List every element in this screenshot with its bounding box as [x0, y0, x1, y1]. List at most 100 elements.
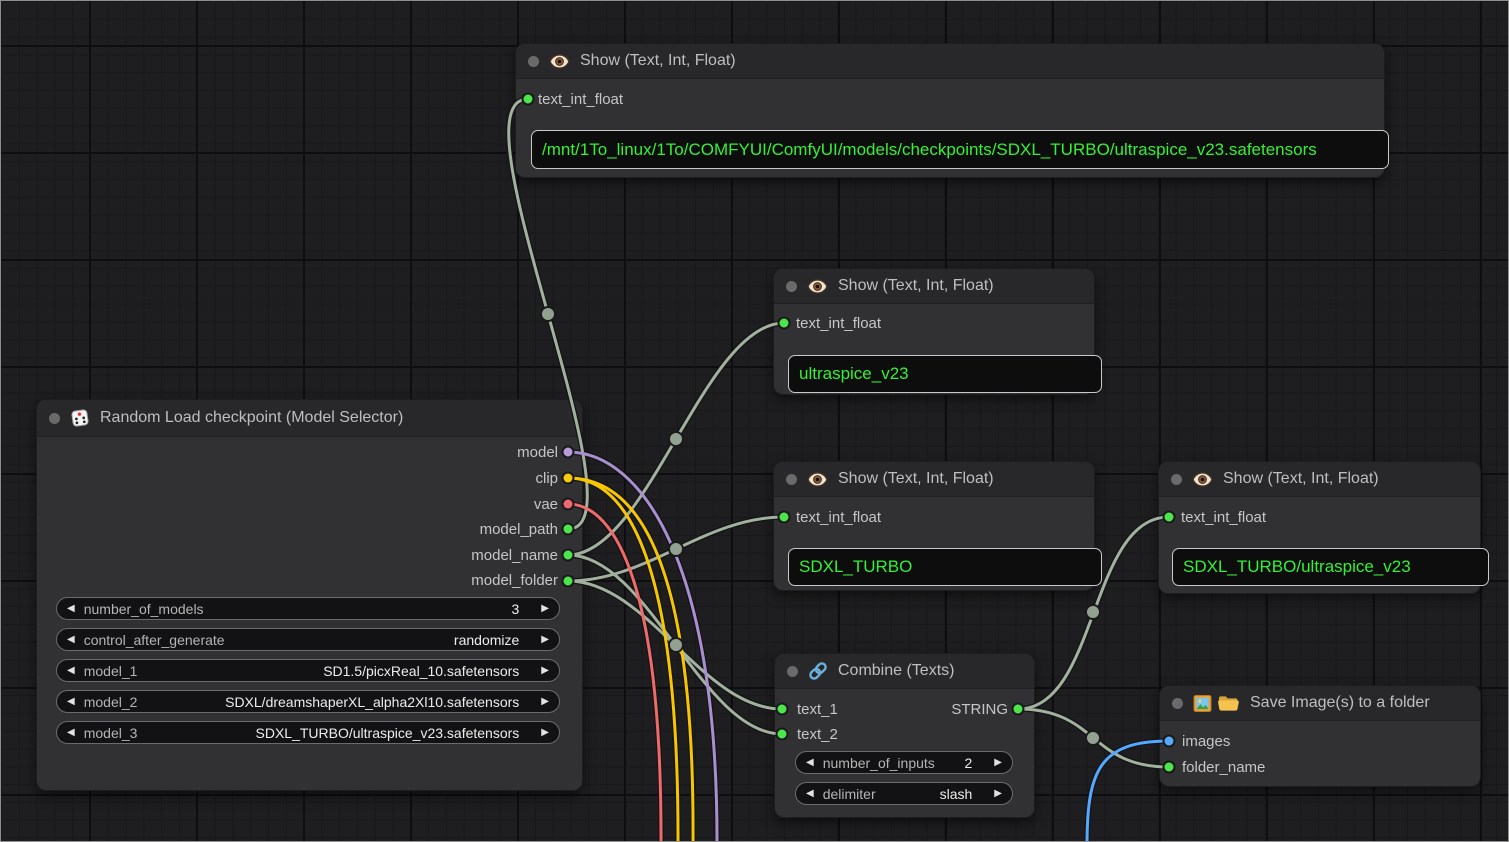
output-port-model-folder[interactable] [563, 576, 574, 587]
input-port-folder-name[interactable] [1164, 762, 1175, 773]
widget-label: model_2 [84, 694, 225, 710]
stepper-right-icon[interactable]: ▶ [541, 604, 549, 614]
widget-value: SDXL/dreamshaperXL_alpha2Xl10.safetensor… [225, 694, 519, 710]
stepper-left-icon[interactable]: ◀ [806, 789, 814, 799]
collapse-dot[interactable] [786, 474, 797, 485]
show-value-box[interactable]: SDXL_TURBO [788, 548, 1102, 586]
node-show-combined-string[interactable]: Show (Text, Int, Float) text_int_float S… [1158, 461, 1481, 594]
input-label-folder-name: folder_name [1182, 758, 1265, 778]
widget-model-3[interactable]: ◀ model_3 SDXL_TURBO/ultraspice_v23.safe… [56, 721, 560, 744]
node-combine-texts[interactable]: Combine (Texts) text_1 text_2 STRING ◀ n… [774, 653, 1035, 818]
node-header[interactable]: Show (Text, Int, Float) [516, 44, 1384, 79]
show-value-box[interactable]: ultraspice_v23 [788, 355, 1102, 393]
collapse-dot[interactable] [528, 56, 539, 67]
collapse-dot[interactable] [786, 281, 797, 292]
reroute-dot[interactable] [669, 432, 683, 446]
node-header[interactable]: Random Load checkpoint (Model Selector) [37, 400, 582, 437]
output-port-vae[interactable] [563, 499, 574, 510]
widget-number-of-inputs[interactable]: ◀ number_of_inputs 2 ▶ [795, 751, 1013, 774]
input-port-text-2[interactable] [777, 729, 788, 740]
input-label-text-1: text_1 [797, 700, 838, 720]
stepper-left-icon[interactable]: ◀ [67, 728, 75, 738]
node-title: Combine (Texts) [838, 662, 954, 680]
node-graph-canvas[interactable]: Show (Text, Int, Float) text_int_float /… [0, 0, 1509, 842]
node-header[interactable]: Show (Text, Int, Float) [774, 269, 1094, 304]
collapse-dot[interactable] [1171, 474, 1182, 485]
eye-icon [807, 279, 828, 294]
node-show-text-path[interactable]: Show (Text, Int, Float) text_int_float /… [515, 43, 1385, 178]
node-save-images-to-folder[interactable]: Save Image(s) to a folder images folder_… [1159, 685, 1481, 787]
reroute-dot[interactable] [541, 307, 555, 321]
open-folder-icon [1218, 694, 1240, 712]
stepper-left-icon[interactable]: ◀ [67, 666, 75, 676]
stepper-left-icon[interactable]: ◀ [67, 697, 75, 707]
output-port-model[interactable] [563, 447, 574, 458]
input-port-images[interactable] [1164, 736, 1175, 747]
widget-delimiter[interactable]: ◀ delimiter slash ▶ [795, 782, 1013, 805]
stepper-left-icon[interactable]: ◀ [67, 635, 75, 645]
reroute-dot[interactable] [669, 638, 683, 652]
eye-icon [807, 472, 828, 487]
stepper-right-icon[interactable]: ▶ [541, 666, 549, 676]
output-label-vae: vae [534, 495, 558, 515]
stepper-right-icon[interactable]: ▶ [541, 728, 549, 738]
output-label-model: model [517, 443, 558, 463]
stepper-right-icon[interactable]: ▶ [541, 697, 549, 707]
input-label-images: images [1182, 732, 1230, 752]
node-header[interactable]: Show (Text, Int, Float) [774, 462, 1094, 497]
widget-label: control_after_generate [84, 632, 454, 648]
show-value-box[interactable]: SDXL_TURBO/ultraspice_v23 [1172, 548, 1489, 586]
node-show-model-name[interactable]: Show (Text, Int, Float) text_int_float u… [773, 268, 1095, 395]
output-port-clip[interactable] [563, 473, 574, 484]
show-value-box[interactable]: /mnt/1To_linux/1To/COMFYUI/ComfyUI/model… [531, 130, 1389, 169]
node-header[interactable]: Combine (Texts) [775, 654, 1034, 689]
input-label-text-int-float: text_int_float [796, 508, 881, 528]
output-label-string: STRING [951, 700, 1008, 720]
widget-control-after-generate[interactable]: ◀ control_after_generate randomize ▶ [56, 628, 560, 651]
output-label-clip: clip [535, 469, 558, 489]
collapse-dot[interactable] [1172, 698, 1183, 709]
node-header[interactable]: Save Image(s) to a folder [1160, 686, 1480, 721]
node-random-load-checkpoint[interactable]: Random Load checkpoint (Model Selector) … [36, 399, 583, 791]
collapse-dot[interactable] [49, 413, 60, 424]
output-port-string[interactable] [1013, 704, 1024, 715]
stepper-left-icon[interactable]: ◀ [67, 604, 75, 614]
wire-clip-2[interactable] [568, 478, 693, 842]
reroute-dot[interactable] [669, 542, 683, 556]
output-port-model-path[interactable] [563, 524, 574, 535]
node-show-model-folder[interactable]: Show (Text, Int, Float) text_int_float S… [773, 461, 1095, 591]
node-header[interactable]: Show (Text, Int, Float) [1159, 462, 1480, 497]
widget-model-2[interactable]: ◀ model_2 SDXL/dreamshaperXL_alpha2Xl10.… [56, 690, 560, 713]
widget-number-of-models[interactable]: ◀ number_of_models 3 ▶ [56, 597, 560, 620]
widget-label: model_1 [84, 663, 323, 679]
collapse-dot[interactable] [787, 666, 798, 677]
wire-images[interactable] [1087, 741, 1169, 842]
dice-icon [70, 408, 90, 428]
widget-label: number_of_inputs [823, 755, 965, 771]
output-port-model-name[interactable] [563, 550, 574, 561]
reroute-dot[interactable] [1086, 731, 1100, 745]
node-title: Show (Text, Int, Float) [838, 277, 994, 295]
framed-picture-icon [1193, 694, 1212, 713]
node-title: Show (Text, Int, Float) [838, 470, 994, 488]
node-title: Save Image(s) to a folder [1250, 694, 1430, 712]
stepper-left-icon[interactable]: ◀ [806, 758, 814, 768]
widget-label: delimiter [823, 786, 940, 802]
input-port-text-1[interactable] [777, 704, 788, 715]
widget-label: number_of_models [84, 601, 512, 617]
input-port-text-int-float[interactable] [779, 318, 790, 329]
input-port-text-int-float[interactable] [779, 512, 790, 523]
widget-value: 2 [965, 755, 973, 771]
stepper-right-icon[interactable]: ▶ [994, 758, 1002, 768]
node-title: Show (Text, Int, Float) [1223, 470, 1379, 488]
input-port-text-int-float[interactable] [1164, 512, 1175, 523]
widget-value: SDXL_TURBO/ultraspice_v23.safetensors [256, 725, 520, 741]
reroute-dot[interactable] [1086, 605, 1100, 619]
input-label-text-2: text_2 [797, 725, 838, 745]
stepper-right-icon[interactable]: ▶ [994, 789, 1002, 799]
output-label-model-name: model_name [471, 546, 558, 566]
widget-model-1[interactable]: ◀ model_1 SD1.5/picxReal_10.safetensors … [56, 659, 560, 682]
input-port-text-int-float[interactable] [523, 94, 534, 105]
stepper-right-icon[interactable]: ▶ [541, 635, 549, 645]
widget-value: SD1.5/picxReal_10.safetensors [323, 663, 519, 679]
